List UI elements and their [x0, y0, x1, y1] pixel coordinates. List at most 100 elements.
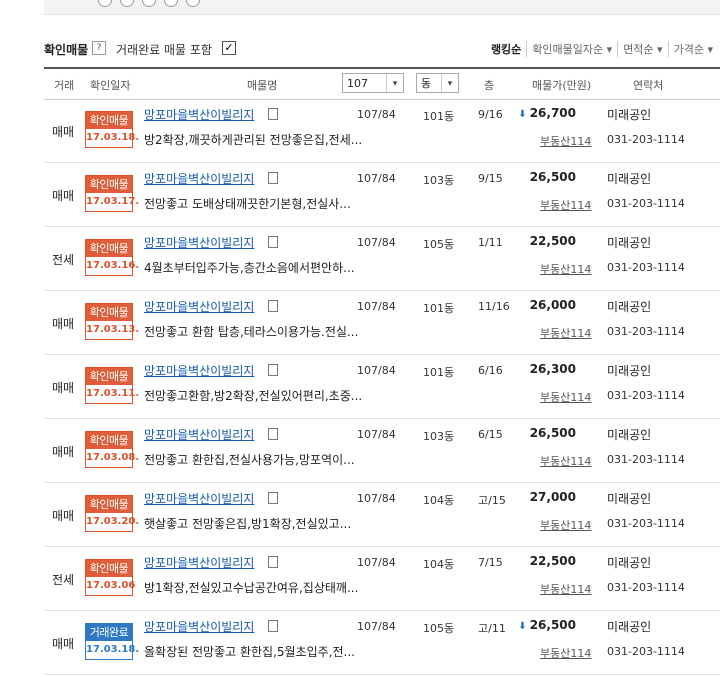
listing-floor: 고/11 — [478, 622, 506, 635]
deal-type: 매매 — [52, 637, 75, 651]
radio-option[interactable] — [120, 0, 134, 7]
listing-name-link[interactable]: 망포마을벽산이빌리지 — [144, 362, 254, 379]
document-icon[interactable] — [268, 108, 278, 120]
dong-select[interactable]: 동 ▾ — [416, 73, 459, 93]
agent-phone: 031-203-1114 — [607, 453, 685, 466]
deal-type: 매매 — [52, 509, 75, 523]
listing-name-link[interactable]: 망포마을벽산이빌리지 — [144, 298, 254, 315]
listing-name-link[interactable]: 망포마을벽산이빌리지 — [144, 170, 254, 187]
area-select[interactable]: 107 ▾ — [342, 73, 404, 93]
document-icon[interactable] — [268, 620, 278, 632]
badge-date: 17.03.13. — [86, 324, 140, 335]
table-row[interactable]: 매매 확인매물 17.03.13. 망포마을벽산이빌리지 전망좋고 환함 탑층,테라스이… — [44, 290, 720, 355]
header-price: 매물가(만원) — [532, 79, 592, 92]
listing-name-link[interactable]: 망포마을벽산이빌리지 — [144, 106, 254, 123]
sort-confirm-date[interactable]: 확인매물일자순 ▾ — [526, 41, 617, 57]
source-link[interactable]: 부동산114 — [540, 517, 591, 533]
sort-options: 랭킹순 확인매물일자순 ▾ 면적순 ▾ 가격순 ▾ — [486, 41, 718, 57]
radio-option[interactable] — [164, 0, 178, 7]
radio-option[interactable] — [98, 0, 112, 7]
listing-dong: 105동 — [423, 238, 455, 251]
listing-name-link[interactable]: 망포마을벽산이빌리지 — [144, 554, 254, 571]
listing-floor: 7/15 — [478, 556, 503, 569]
source-link[interactable]: 부동산114 — [540, 645, 591, 661]
badge-label: 확인매물 — [86, 304, 132, 321]
listing-description: 전망좋고환함,방2확장,전실있어편리,초중... — [144, 389, 363, 403]
agent-phone: 031-203-1114 — [607, 645, 685, 658]
confirm-badge: 확인매물 17.03.20. — [85, 495, 139, 532]
listing-description: 올확장된 전망좋고 환한집,5월초입주,전... — [144, 645, 355, 659]
document-icon[interactable] — [268, 364, 278, 376]
agent-name: 미래공인 — [607, 108, 652, 122]
listing-name-link[interactable]: 망포마을벽산이빌리지 — [144, 618, 254, 635]
badge-date: 17.03.18. — [86, 132, 140, 143]
table-row[interactable]: 매매 확인매물 17.03.17. 망포마을벽산이빌리지 전망좋고 도배상태깨끗한기본형… — [44, 162, 720, 227]
agent-phone: 031-203-1114 — [607, 389, 685, 402]
help-icon[interactable]: ? — [92, 41, 106, 55]
header-confirm-date: 확인일자 — [90, 79, 131, 92]
listing-floor: 9/15 — [478, 172, 503, 185]
source-link[interactable]: 부동산114 — [540, 133, 591, 149]
listing-floor: 1/11 — [478, 236, 503, 249]
badge-date: 17.03.06 — [86, 580, 136, 591]
price-value: 22,500 — [529, 554, 576, 568]
agent-name: 미래공인 — [607, 428, 652, 442]
confirm-badge: 확인매물 17.03.13. — [85, 303, 140, 340]
document-icon[interactable] — [268, 300, 278, 312]
listing-floor: 6/15 — [478, 428, 503, 441]
listing-name-link[interactable]: 망포마을벽산이빌리지 — [144, 490, 254, 507]
sort-ranking[interactable]: 랭킹순 — [486, 41, 526, 57]
deal-type: 매매 — [52, 445, 75, 459]
badge-date: 17.03.16. — [86, 260, 140, 271]
listing-dong: 103동 — [423, 430, 455, 443]
agent-name: 미래공인 — [607, 300, 652, 314]
badge-label: 확인매물 — [86, 432, 132, 449]
sort-price[interactable]: 가격순 ▾ — [667, 41, 718, 57]
price-value: 26,300 — [529, 362, 576, 376]
listing-name-link[interactable]: 망포마을벽산이빌리지 — [144, 426, 254, 443]
table-row[interactable]: 전세 확인매물 17.03.06 망포마을벽산이빌리지 방1확장,전실있고수납공간여유,… — [44, 546, 720, 611]
agent-phone: 031-203-1114 — [607, 261, 685, 274]
agent-name: 미래공인 — [607, 556, 652, 570]
listing-dong: 105동 — [423, 622, 455, 635]
source-link[interactable]: 부동산114 — [540, 325, 591, 341]
deal-type: 매매 — [52, 381, 75, 395]
document-icon[interactable] — [268, 172, 278, 184]
radio-option[interactable] — [186, 0, 200, 7]
table-row[interactable]: 매매 거래완료 17.03.18. 망포마을벽산이빌리지 올확장된 전망좋고 환한집,5… — [44, 610, 720, 675]
confirm-badge: 확인매물 17.03.16. — [85, 239, 140, 276]
listing-name-link[interactable]: 망포마을벽산이빌리지 — [144, 234, 254, 251]
document-icon[interactable] — [268, 492, 278, 504]
listing-dong: 104동 — [423, 494, 455, 507]
table-row[interactable]: 매매 확인매물 17.03.11. 망포마을벽산이빌리지전망좋고환함,방2확장,전실있… — [44, 354, 720, 419]
badge-label: 거래완료 — [86, 624, 132, 641]
radio-option[interactable] — [142, 0, 156, 7]
badge-date: 17.03.17. — [86, 196, 140, 207]
agent-name: 미래공인 — [607, 236, 652, 250]
listing-area: 107/84 — [357, 364, 396, 377]
include-completed-label: 거래완료 매물 포함 — [116, 43, 212, 57]
include-completed-checkbox[interactable]: ✓ — [222, 41, 236, 55]
source-link[interactable]: 부동산114 — [540, 261, 591, 277]
header-deal: 거래 — [54, 79, 75, 92]
table-row[interactable]: 매매 확인매물 17.03.08. 망포마을벽산이빌리지 전망좋고 환한집,전실사용가능… — [44, 418, 720, 483]
listing-description: 전망좋고 환한집,전실사용가능,망포역이... — [144, 453, 355, 467]
sort-area[interactable]: 면적순 ▾ — [617, 41, 667, 57]
agent-name: 미래공인 — [607, 492, 652, 506]
table-row[interactable]: 매매 확인매물 17.03.20. 망포마을벽산이빌리지 햇살좋고 전망좋은집,방1확장… — [44, 482, 720, 547]
table-row[interactable]: 매매 확인매물 17.03.18. 망포마을벽산이빌리지 방2확장,깨끗하게관리된 전망… — [44, 98, 720, 163]
document-icon[interactable] — [268, 556, 278, 568]
source-link[interactable]: 부동산114 — [540, 453, 591, 469]
agent-phone: 031-203-1114 — [607, 517, 685, 530]
table-row[interactable]: 전세 확인매물 17.03.16. 망포마을벽산이빌리지 4월초부터입주가능,층간소음에… — [44, 226, 720, 291]
listing-description: 전망좋고 도배상태깨끗한기본형,전실사... — [144, 197, 351, 211]
document-icon[interactable] — [268, 428, 278, 440]
listing-price: ⬇ 26,500 — [518, 618, 576, 632]
chevron-down-icon: ▾ — [386, 74, 403, 92]
badge-label: 확인매물 — [86, 368, 132, 385]
badge-date: 17.03.11. — [86, 388, 140, 399]
document-icon[interactable] — [268, 236, 278, 248]
source-link[interactable]: 부동산114 — [540, 197, 591, 213]
source-link[interactable]: 부동산114 — [540, 389, 591, 405]
source-link[interactable]: 부동산114 — [540, 581, 591, 597]
